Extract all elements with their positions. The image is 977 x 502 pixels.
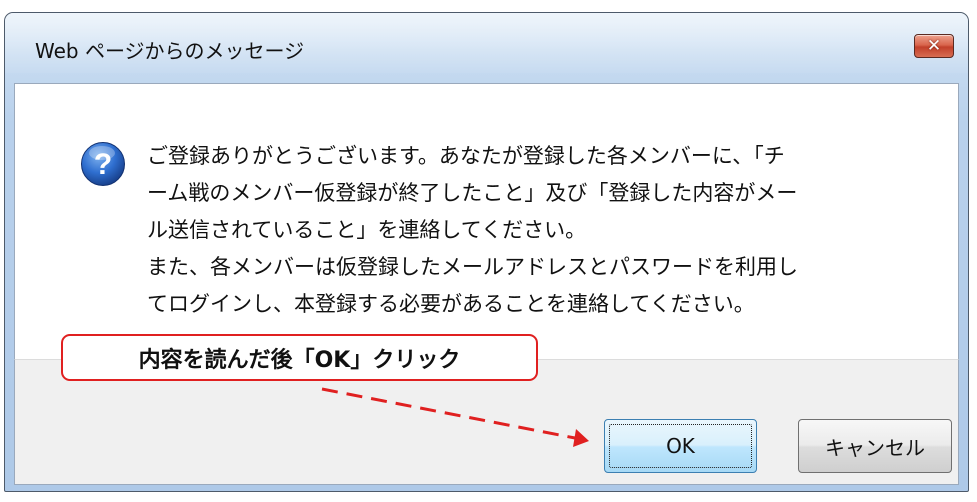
instruction-callout: 内容を読んだ後「OK」クリック xyxy=(61,334,538,381)
close-button[interactable]: ✕ xyxy=(914,34,954,58)
dialog-message: ご登録ありがとうございます。あなたが登録した各メンバーに、「チ ーム戦のメンバー… xyxy=(147,138,937,323)
callout-text: 内容を読んだ後「OK」クリック xyxy=(138,347,461,373)
message-dialog: Web ページからのメッセージ ✕ ? ご登録ありがとうございます。あなたが登録… xyxy=(4,12,969,492)
cancel-button[interactable]: キャンセル xyxy=(798,419,952,473)
message-line: てログインし、本登録する必要があることを連絡してください。 xyxy=(147,292,755,316)
ok-button[interactable]: OK xyxy=(604,419,757,473)
dialog-content: ? ご登録ありがとうございます。あなたが登録した各メンバーに、「チ ーム戦のメン… xyxy=(14,83,959,359)
message-line: ーム戦のメンバー仮登録が終了したこと」及び「登録した内容がメー xyxy=(147,181,798,205)
dialog-title: Web ページからのメッセージ xyxy=(35,39,305,63)
message-line: ル送信されていること」を連絡してください。 xyxy=(147,218,587,242)
close-icon: ✕ xyxy=(926,35,942,56)
message-line: ご登録ありがとうございます。あなたが登録した各メンバーに、「チ xyxy=(147,144,785,168)
message-line: また、各メンバーは仮登録したメールアドレスとパスワードを利用し xyxy=(147,255,798,279)
question-icon: ? xyxy=(81,142,125,186)
svg-text:?: ? xyxy=(94,148,112,181)
